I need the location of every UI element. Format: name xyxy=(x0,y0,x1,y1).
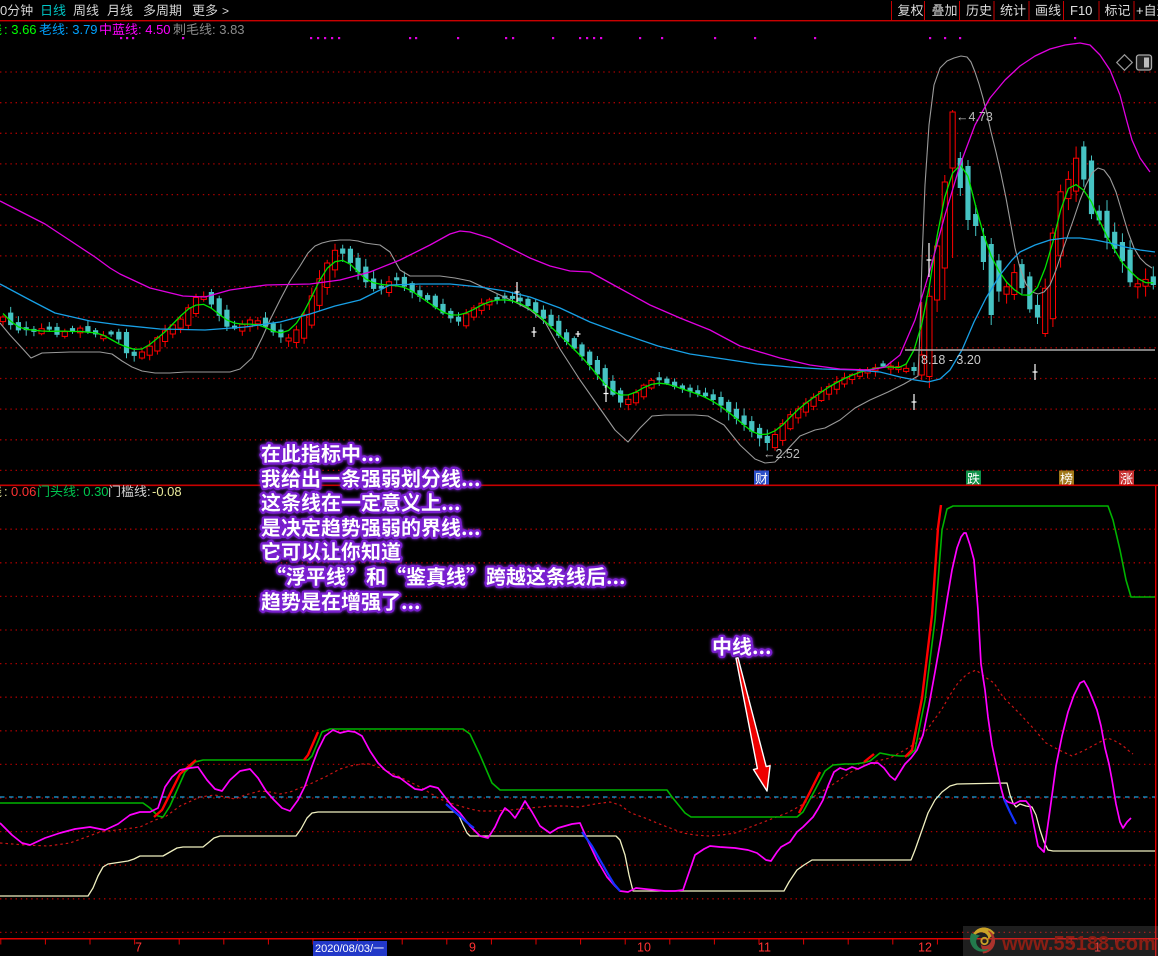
svg-text:: 3.66: : 3.66 xyxy=(4,22,37,37)
svg-text:www.55188.com: www.55188.com xyxy=(1001,933,1156,955)
svg-text:11: 11 xyxy=(758,941,771,955)
svg-text:7: 7 xyxy=(135,941,142,955)
svg-text:: 3.83: : 3.83 xyxy=(212,22,245,37)
svg-text:8.18 - 3.20: 8.18 - 3.20 xyxy=(921,353,981,367)
svg-text:←2.52: ←2.52 xyxy=(763,447,800,461)
svg-text:-0.08: -0.08 xyxy=(152,484,182,499)
svg-text:>: > xyxy=(222,4,229,18)
svg-text:+: + xyxy=(1136,3,1144,18)
svg-text:9: 9 xyxy=(469,941,476,955)
svg-text::: : xyxy=(4,484,8,499)
svg-text:0.06: 0.06 xyxy=(11,484,36,499)
svg-text::: : xyxy=(147,484,151,499)
svg-text:: 0.30: : 0.30 xyxy=(76,484,109,499)
svg-text:F10: F10 xyxy=(1070,3,1092,18)
svg-text:←4.73: ←4.73 xyxy=(956,110,993,124)
svg-text:0: 0 xyxy=(0,3,7,18)
svg-text:: 3.79: : 3.79 xyxy=(65,22,98,37)
svg-text:: 4.50: : 4.50 xyxy=(138,22,171,37)
svg-text:10: 10 xyxy=(637,941,651,955)
svg-text:2020/08/03/一: 2020/08/03/一 xyxy=(315,943,384,955)
svg-text:12: 12 xyxy=(918,941,932,955)
